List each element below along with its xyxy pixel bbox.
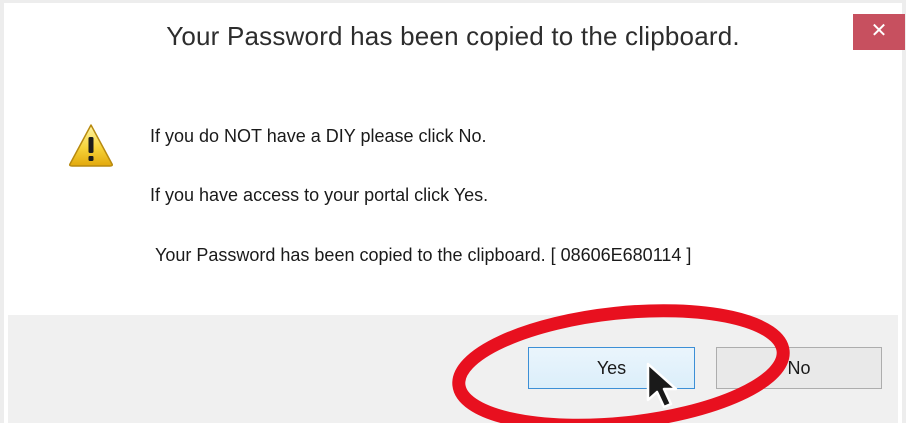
dialog-title: Your Password has been copied to the cli… [166, 21, 740, 51]
close-button[interactable]: ✕ [853, 14, 905, 50]
dialog-content: If you do NOT have a DIY please click No… [8, 73, 898, 315]
mouse-pointer-icon [646, 362, 678, 409]
message-dialog: Your Password has been copied to the cli… [0, 0, 906, 423]
message-line-no-diy: If you do NOT have a DIY please click No… [150, 126, 487, 146]
window-border-right [902, 0, 906, 423]
no-button[interactable]: No [716, 347, 882, 389]
message-line-portal-access: If you have access to your portal click … [150, 185, 489, 205]
close-icon: ✕ [870, 20, 888, 42]
message-line-password-copied: Your Password has been copied to the cli… [155, 245, 692, 265]
warning-icon [69, 124, 113, 167]
title-bar[interactable]: Your Password has been copied to the cli… [4, 3, 905, 73]
